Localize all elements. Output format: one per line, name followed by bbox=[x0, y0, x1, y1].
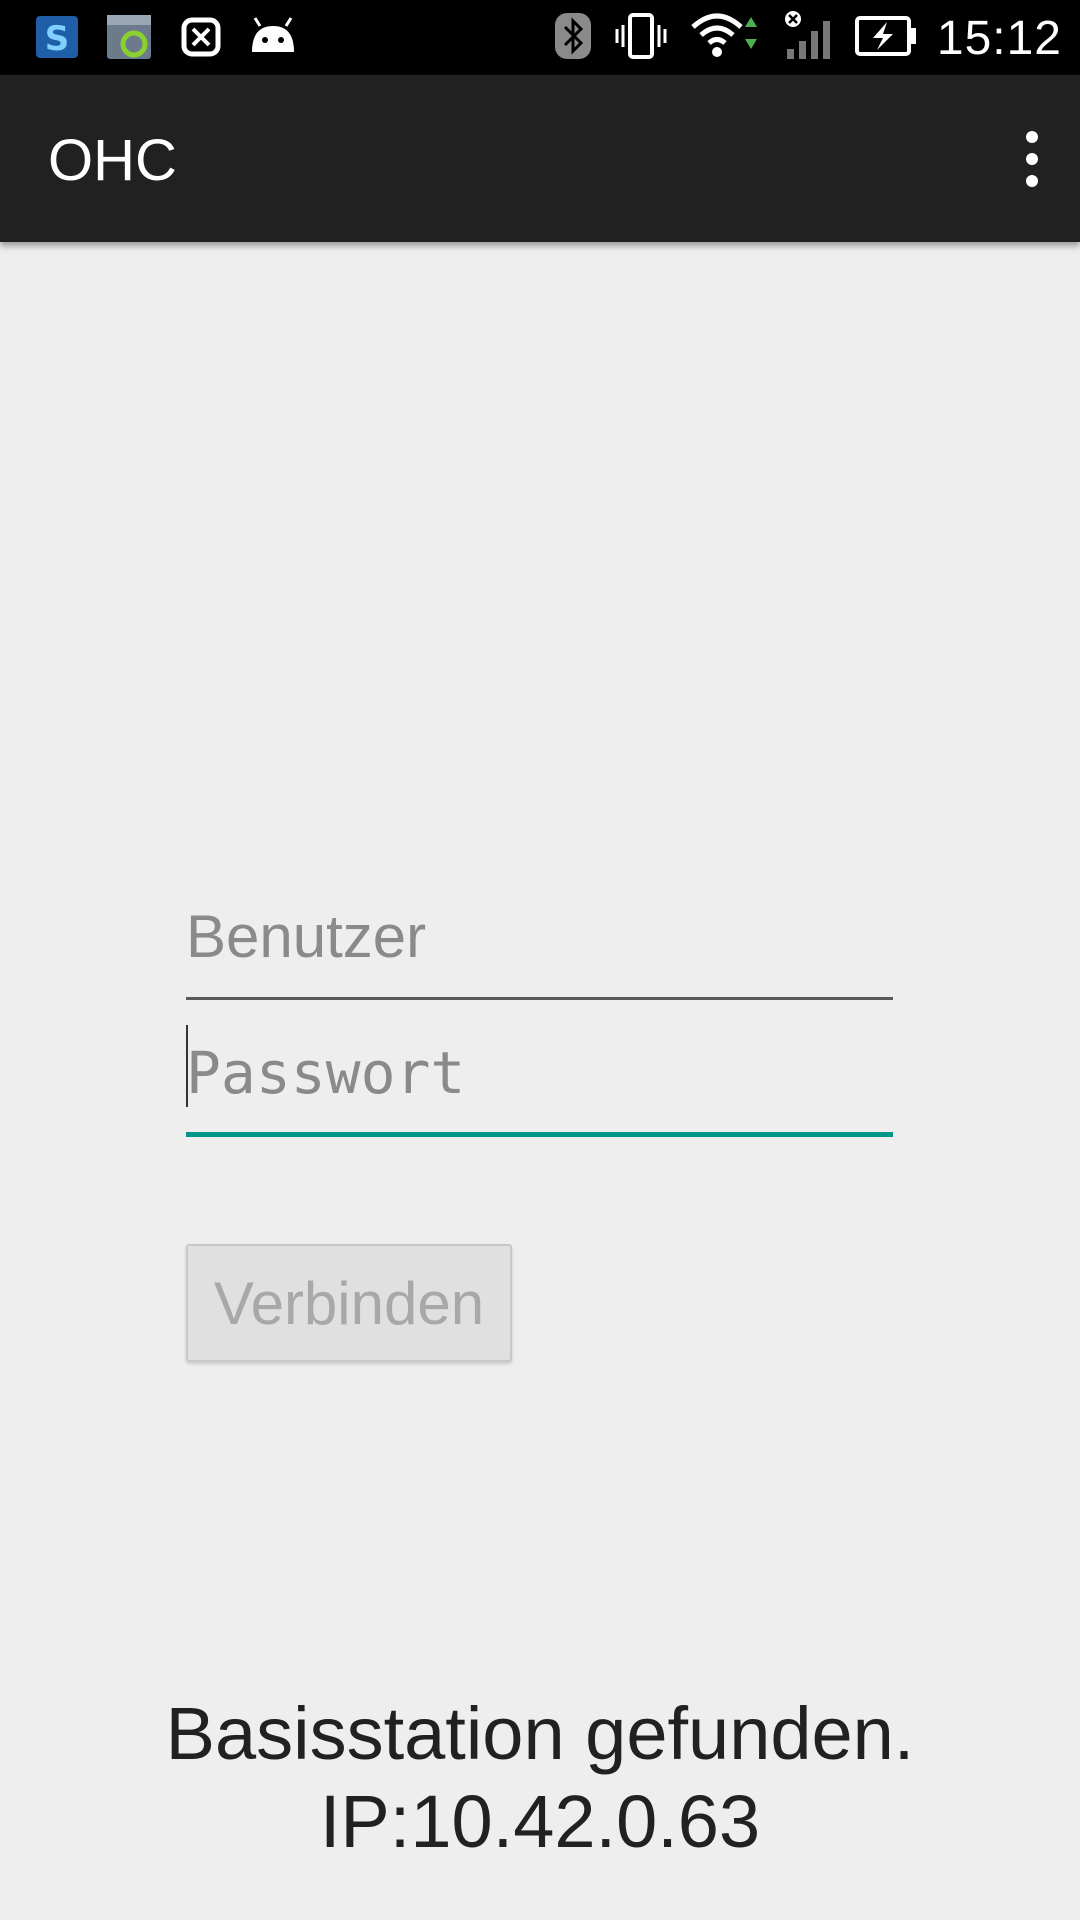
password-underline bbox=[186, 1132, 893, 1137]
status-line-found: Basisstation gefunden. bbox=[165, 1692, 915, 1775]
action-bar: OHC bbox=[0, 75, 1080, 242]
username-placeholder: Benutzer bbox=[186, 903, 427, 970]
password-placeholder: Passwort bbox=[186, 1039, 466, 1107]
s-app-icon: S bbox=[30, 10, 84, 64]
vibrate-icon bbox=[613, 11, 669, 66]
username-underline bbox=[186, 997, 893, 1000]
connect-button[interactable]: Verbinden bbox=[186, 1244, 512, 1362]
wifi-icon bbox=[689, 9, 761, 68]
app-title: OHC bbox=[48, 128, 177, 193]
android-icon bbox=[246, 10, 300, 64]
sync-app-icon bbox=[102, 10, 156, 64]
overflow-menu-icon[interactable] bbox=[1002, 119, 1062, 199]
smartwatch-icon bbox=[174, 10, 228, 64]
password-field[interactable]: Passwort bbox=[186, 1015, 893, 1137]
svg-text:S: S bbox=[45, 19, 70, 59]
status-bar: S 15:12 bbox=[0, 0, 1080, 75]
menu-dot bbox=[1026, 175, 1038, 187]
connection-status: Basisstation gefunden. IP:10.42.0.63 bbox=[0, 1690, 1080, 1866]
notification-icons: S bbox=[30, 10, 300, 64]
bluetooth-icon bbox=[553, 11, 593, 66]
clock: 15:12 bbox=[936, 11, 1062, 65]
status-line-ip: IP:10.42.0.63 bbox=[319, 1780, 761, 1863]
system-icons: 15:12 bbox=[553, 8, 1062, 68]
username-field[interactable]: Benutzer bbox=[186, 880, 893, 1000]
signal-icon bbox=[781, 9, 835, 68]
battery-charging-icon bbox=[854, 14, 917, 63]
menu-dot bbox=[1026, 131, 1038, 143]
connect-button-label: Verbinden bbox=[213, 1269, 485, 1337]
menu-dot bbox=[1026, 153, 1038, 165]
